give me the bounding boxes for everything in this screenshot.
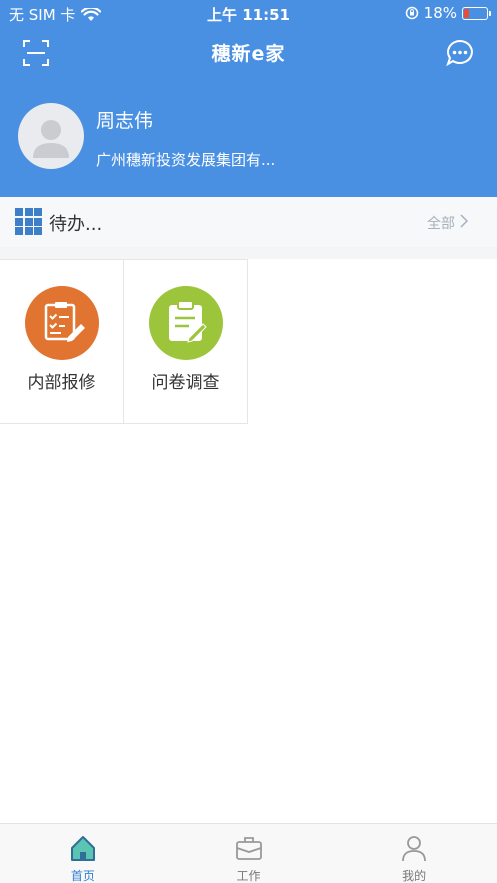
nav-bar: 穗新e家 [0, 30, 497, 74]
tab-label: 工作 [236, 869, 261, 883]
todo-section-header: 待办... 全部 [0, 197, 497, 247]
default-avatar-icon [33, 120, 69, 158]
chevron-right-icon[interactable] [457, 214, 471, 228]
battery-icon [462, 6, 491, 20]
bottom-tab-bar: 首页 工作 我的 [0, 823, 497, 883]
tab-label: 首页 [70, 869, 95, 883]
user-organization: 广州穗新投资发展集团有... [96, 151, 276, 169]
briefcase-icon[interactable] [234, 833, 264, 863]
grid-item-internal-repair[interactable]: 内部报修 [0, 259, 124, 424]
todo-all-label[interactable]: 全部 [427, 213, 455, 233]
status-right: 18% [405, 4, 491, 22]
repair-list-icon[interactable] [25, 286, 99, 360]
status-bar: 无 SIM 卡 上午 11:51 18% [0, 0, 497, 26]
app-title: 穗新e家 [211, 43, 286, 65]
survey-clipboard-glyph [169, 300, 207, 343]
grid-item-survey[interactable]: 问卷调查 [124, 259, 248, 424]
section-divider [0, 247, 497, 259]
grid-icon [15, 208, 42, 235]
function-grid: 内部报修 问卷调查 [0, 259, 249, 424]
repair-list-glyph [44, 302, 85, 342]
person-icon[interactable] [399, 833, 429, 863]
header: 无 SIM 卡 上午 11:51 18% 穗新e家 周志伟 广州穗新投资发展集团… [0, 0, 497, 197]
user-name: 周志伟 [96, 110, 154, 132]
avatar[interactable] [18, 103, 84, 169]
grid-item-label: 内部报修 [27, 373, 96, 393]
rotation-lock-icon [405, 6, 418, 20]
home-icon[interactable] [68, 833, 98, 863]
tab-home[interactable]: 首页 [0, 824, 166, 883]
grid-item-label: 问卷调查 [151, 373, 220, 393]
tab-label: 我的 [402, 869, 427, 883]
battery-percent: 18% [423, 4, 457, 22]
todo-title: 待办... [49, 214, 103, 235]
profile-card[interactable]: 周志伟 广州穗新投资发展集团有... [0, 100, 497, 180]
tab-work[interactable]: 工作 [166, 824, 332, 883]
message-icon[interactable] [445, 38, 475, 68]
app-screen: 无 SIM 卡 上午 11:51 18% 穗新e家 周志伟 广州穗新投资发展集团… [0, 0, 497, 883]
survey-clipboard-icon[interactable] [149, 286, 223, 360]
tab-mine[interactable]: 我的 [331, 824, 497, 883]
